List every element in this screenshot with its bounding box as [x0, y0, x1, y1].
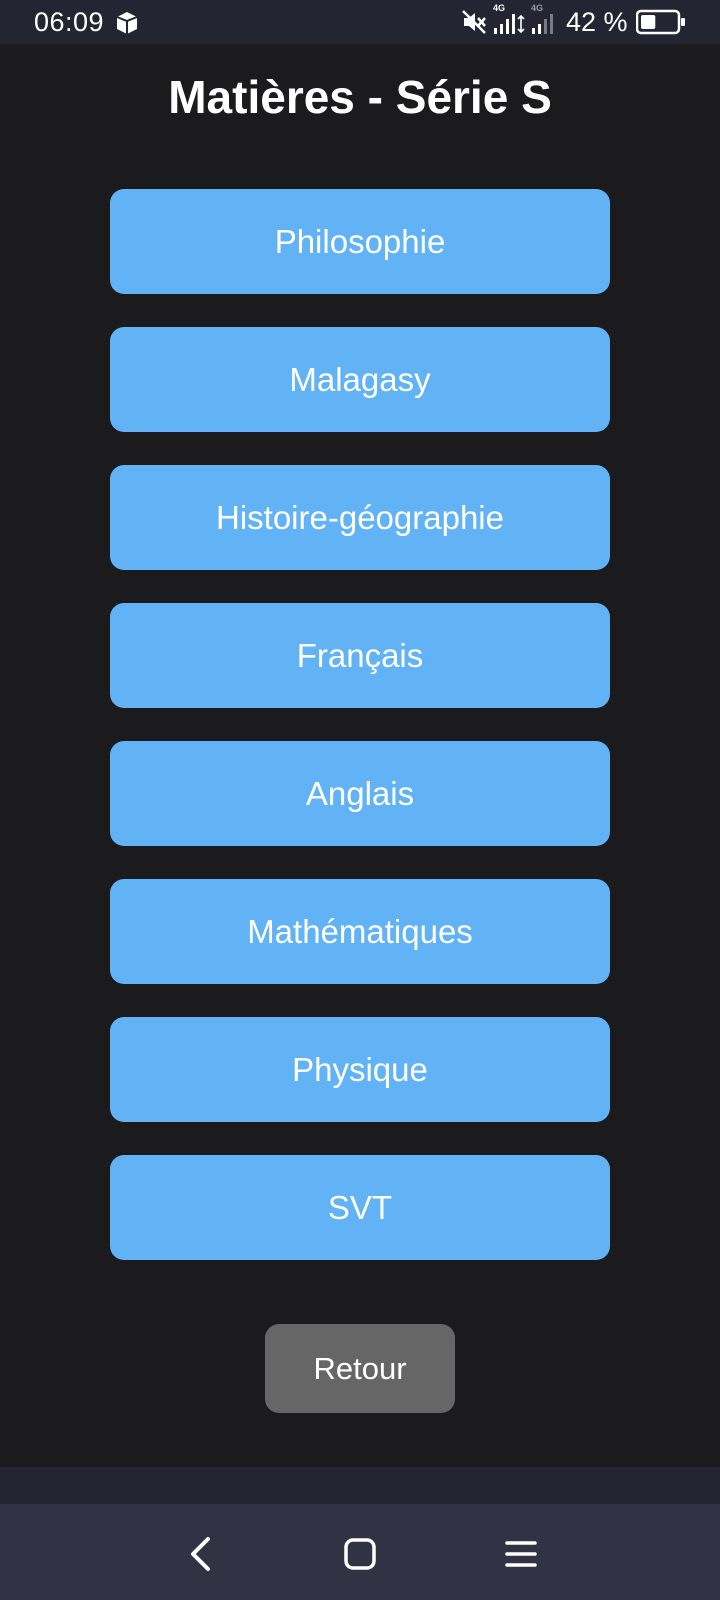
- subject-button-philosophie[interactable]: Philosophie: [110, 189, 610, 294]
- subject-button-francais[interactable]: Français: [110, 603, 610, 708]
- home-icon: [344, 1538, 376, 1570]
- bottom-strip: [0, 1467, 720, 1504]
- subject-button-mathematiques[interactable]: Mathématiques: [110, 879, 610, 984]
- back-icon: [191, 1537, 210, 1571]
- mute-icon: [462, 10, 486, 34]
- app-notification-icon: [116, 12, 138, 34]
- status-bar: 06:09 4G 4G 42 %: [0, 0, 720, 44]
- signal-icon: 4G: [493, 3, 525, 34]
- signal-icon: 4G: [531, 3, 553, 34]
- subject-button-histoire-geographie[interactable]: Histoire-géographie: [110, 465, 610, 570]
- subject-list: Philosophie Malagasy Histoire-géographie…: [110, 189, 610, 1260]
- subject-button-anglais[interactable]: Anglais: [110, 741, 610, 846]
- back-button[interactable]: Retour: [265, 1324, 455, 1413]
- battery-percent: 42 %: [566, 7, 628, 37]
- status-time: 06:09: [34, 7, 105, 37]
- svg-text:4G: 4G: [531, 3, 543, 13]
- nav-menu-button[interactable]: [491, 1524, 551, 1584]
- app-content: Matières - Série S Philosophie Malagasy …: [0, 44, 720, 1467]
- svg-text:4G: 4G: [493, 3, 505, 13]
- subject-button-svt[interactable]: SVT: [110, 1155, 610, 1260]
- battery-icon: [636, 9, 685, 35]
- subject-button-malagasy[interactable]: Malagasy: [110, 327, 610, 432]
- navigation-bar: [0, 1504, 720, 1600]
- page-title: Matières - Série S: [168, 71, 552, 123]
- nav-back-button[interactable]: [171, 1524, 231, 1584]
- nav-home-button[interactable]: [330, 1524, 390, 1584]
- menu-icon: [505, 1541, 537, 1567]
- subject-button-physique[interactable]: Physique: [110, 1017, 610, 1122]
